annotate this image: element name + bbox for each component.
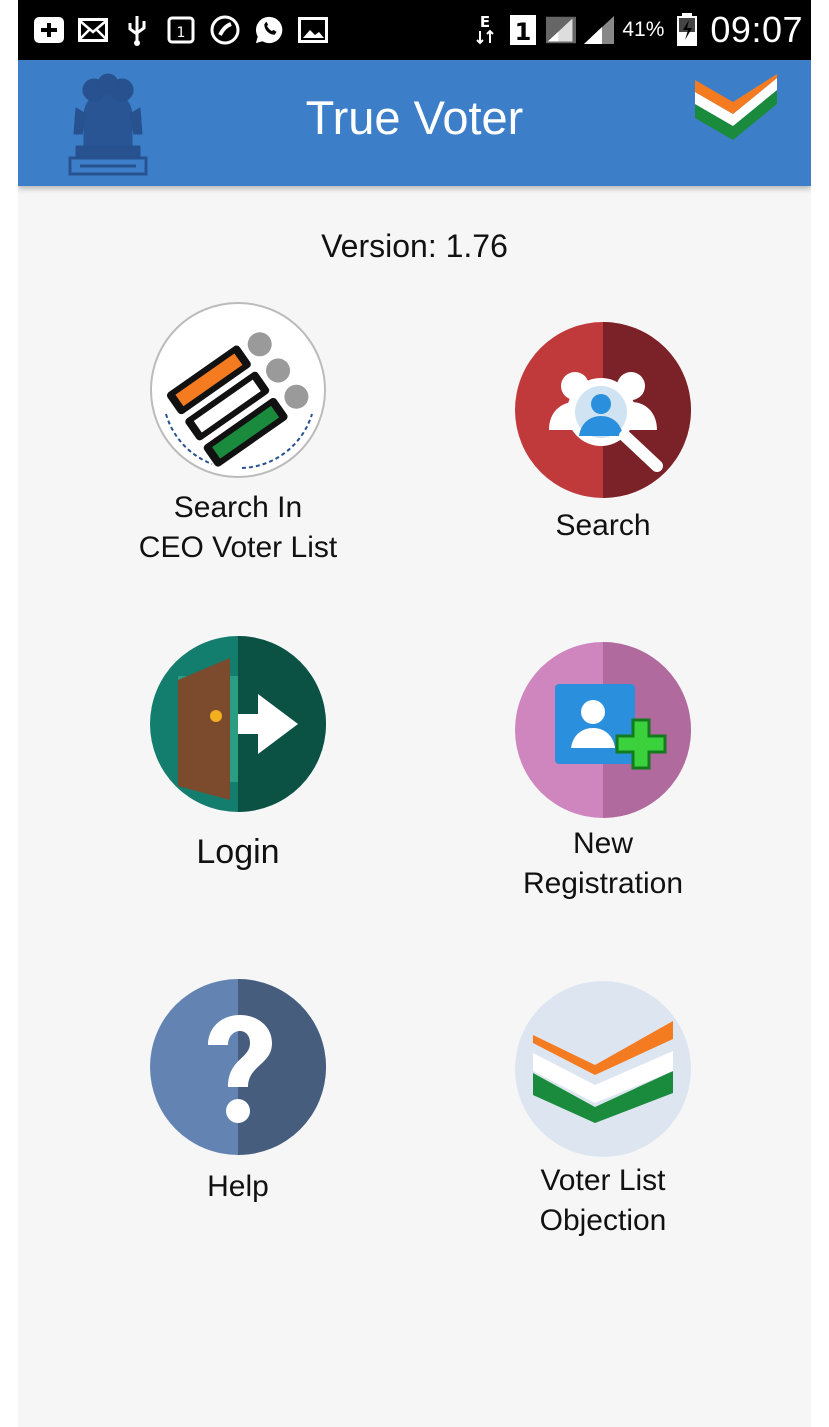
battery-percent: 41% bbox=[622, 18, 665, 41]
svg-text:E: E bbox=[480, 13, 490, 31]
usb-icon bbox=[122, 15, 152, 46]
clock: 09:07 bbox=[710, 9, 803, 50]
phone-call-icon bbox=[210, 15, 240, 45]
tile-label-line2: Objection bbox=[539, 1204, 667, 1237]
voter-list-objection-button[interactable]: Voter List Objection bbox=[453, 981, 753, 1241]
new-registration-button[interactable]: New Registration bbox=[453, 642, 753, 904]
sim-icon: 1 bbox=[508, 15, 538, 45]
svg-text:1: 1 bbox=[515, 18, 532, 45]
image-icon bbox=[298, 15, 328, 45]
tricolor-check-icon bbox=[515, 981, 691, 1157]
app-screen: 1 E 1 41% 09:07 True Voter Version: 1.76… bbox=[18, 0, 811, 1427]
tile-label-line1: Voter List bbox=[540, 1164, 666, 1197]
battery-icon bbox=[672, 13, 702, 46]
signal-icon bbox=[546, 15, 577, 45]
mail-icon bbox=[78, 15, 108, 45]
people-search-icon bbox=[515, 322, 691, 498]
back-icon bbox=[34, 15, 64, 45]
tile-label-line1: Search In bbox=[173, 491, 303, 524]
tile-label-line1: Search bbox=[555, 509, 651, 542]
login-button[interactable]: Login bbox=[88, 636, 388, 872]
search-ceo-voter-list-button[interactable]: Search In CEO Voter List bbox=[88, 302, 388, 568]
signal-icon bbox=[584, 15, 615, 45]
add-user-icon bbox=[515, 642, 691, 818]
eci-logo-icon bbox=[150, 302, 326, 478]
data-icon: E bbox=[470, 13, 500, 45]
version-text: Version: 1.76 bbox=[321, 228, 508, 264]
tile-label-line1: New bbox=[572, 827, 633, 860]
tile-label-line1: Help bbox=[207, 1170, 269, 1203]
tile-label-line2: CEO Voter List bbox=[138, 531, 338, 564]
login-door-icon bbox=[150, 636, 326, 812]
tricolor-check-icon bbox=[695, 74, 777, 140]
tile-label-line1: Login bbox=[196, 833, 280, 871]
status-bar: 1 E 1 41% 09:07 bbox=[18, 0, 811, 60]
app-bar: True Voter bbox=[18, 60, 811, 186]
whatsapp-icon bbox=[254, 15, 284, 45]
calendar-icon: 1 bbox=[166, 15, 196, 45]
help-button[interactable]: Help bbox=[88, 979, 388, 1207]
search-button[interactable]: Search bbox=[453, 322, 753, 546]
help-question-icon bbox=[150, 979, 326, 1155]
svg-text:1: 1 bbox=[177, 25, 186, 41]
tile-label-line2: Registration bbox=[522, 867, 684, 900]
